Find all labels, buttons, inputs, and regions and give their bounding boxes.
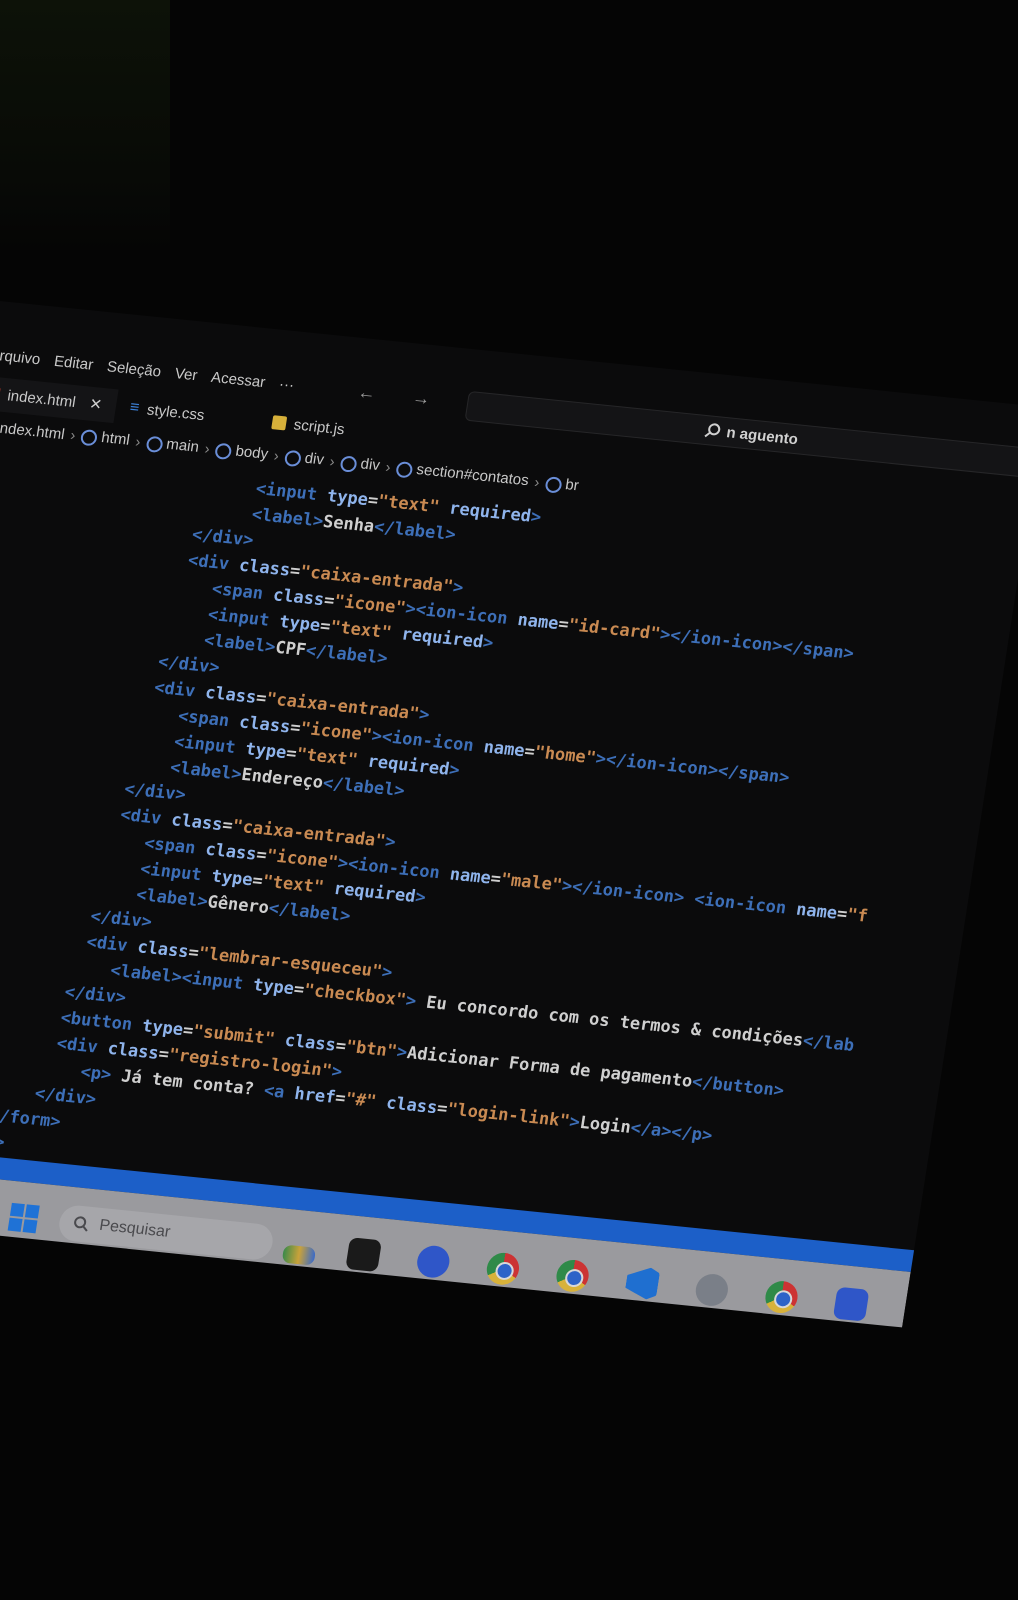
chevron-right-icon: › [272,447,281,465]
element-icon [145,435,164,453]
element-icon [214,442,233,460]
chat-icon[interactable] [414,1244,452,1280]
chrome-icon[interactable] [484,1251,522,1287]
element-icon [395,460,414,478]
element-icon [80,428,99,446]
breadcrumb-item[interactable]: index.html [0,419,66,443]
chevron-right-icon: › [69,426,77,444]
menu-more[interactable]: ··· [278,375,296,393]
breadcrumb-item[interactable]: html [80,428,131,450]
close-icon[interactable]: ✕ [88,395,103,414]
windows-start-icon[interactable] [7,1202,40,1234]
taskbar-search[interactable]: Pesquisar [56,1203,276,1262]
element-icon [339,454,358,473]
app-icon[interactable] [832,1286,870,1322]
menu-arquivo[interactable]: Arquivo [0,346,42,368]
background-glow [0,0,170,250]
tab-label: index.html [6,386,77,411]
breadcrumb-item[interactable]: body [214,441,269,463]
chrome-icon[interactable] [763,1279,800,1315]
html-file-icon [0,386,1,402]
element-icon [544,475,563,494]
editor-window: Arquivo Editar Seleção Ver Acessar ··· ←… [0,300,1018,1328]
chevron-right-icon: › [384,458,392,476]
search-text: n aguento [725,423,800,448]
widgets-icon[interactable] [281,1244,317,1266]
menu-ver[interactable]: Ver [174,365,199,384]
search-icon [74,1216,88,1232]
chrome-icon[interactable] [554,1258,591,1294]
search-icon [704,423,721,438]
settings-icon[interactable] [693,1272,731,1308]
menu-editar[interactable]: Editar [53,352,95,373]
code-editor[interactable]: <input type="text" required> <label>Senha… [0,451,1018,1283]
breadcrumb-item[interactable]: div [339,454,381,475]
breadcrumb-item[interactable]: div [283,448,325,469]
menu-selecao[interactable]: Seleção [106,358,163,380]
nav-arrows[interactable]: ← → [356,381,448,411]
taskbar-search-placeholder: Pesquisar [98,1216,172,1241]
js-file-icon [270,415,288,431]
terminal-icon[interactable] [345,1237,383,1273]
menu-acessar[interactable]: Acessar [210,368,267,390]
element-icon [283,449,302,467]
chevron-right-icon: › [533,473,541,491]
tab-label: style.css [145,401,206,424]
breadcrumb-item[interactable]: section#contatos [395,460,530,490]
css-file-icon: ≡ [128,398,141,417]
chevron-right-icon: › [134,433,142,451]
chevron-right-icon: › [328,452,337,471]
tab-label: script.js [292,415,346,438]
breadcrumb-item[interactable]: br [544,475,580,495]
chevron-right-icon: › [203,440,212,458]
breadcrumb-item[interactable]: main [145,434,200,456]
vscode-icon[interactable] [624,1265,661,1300]
